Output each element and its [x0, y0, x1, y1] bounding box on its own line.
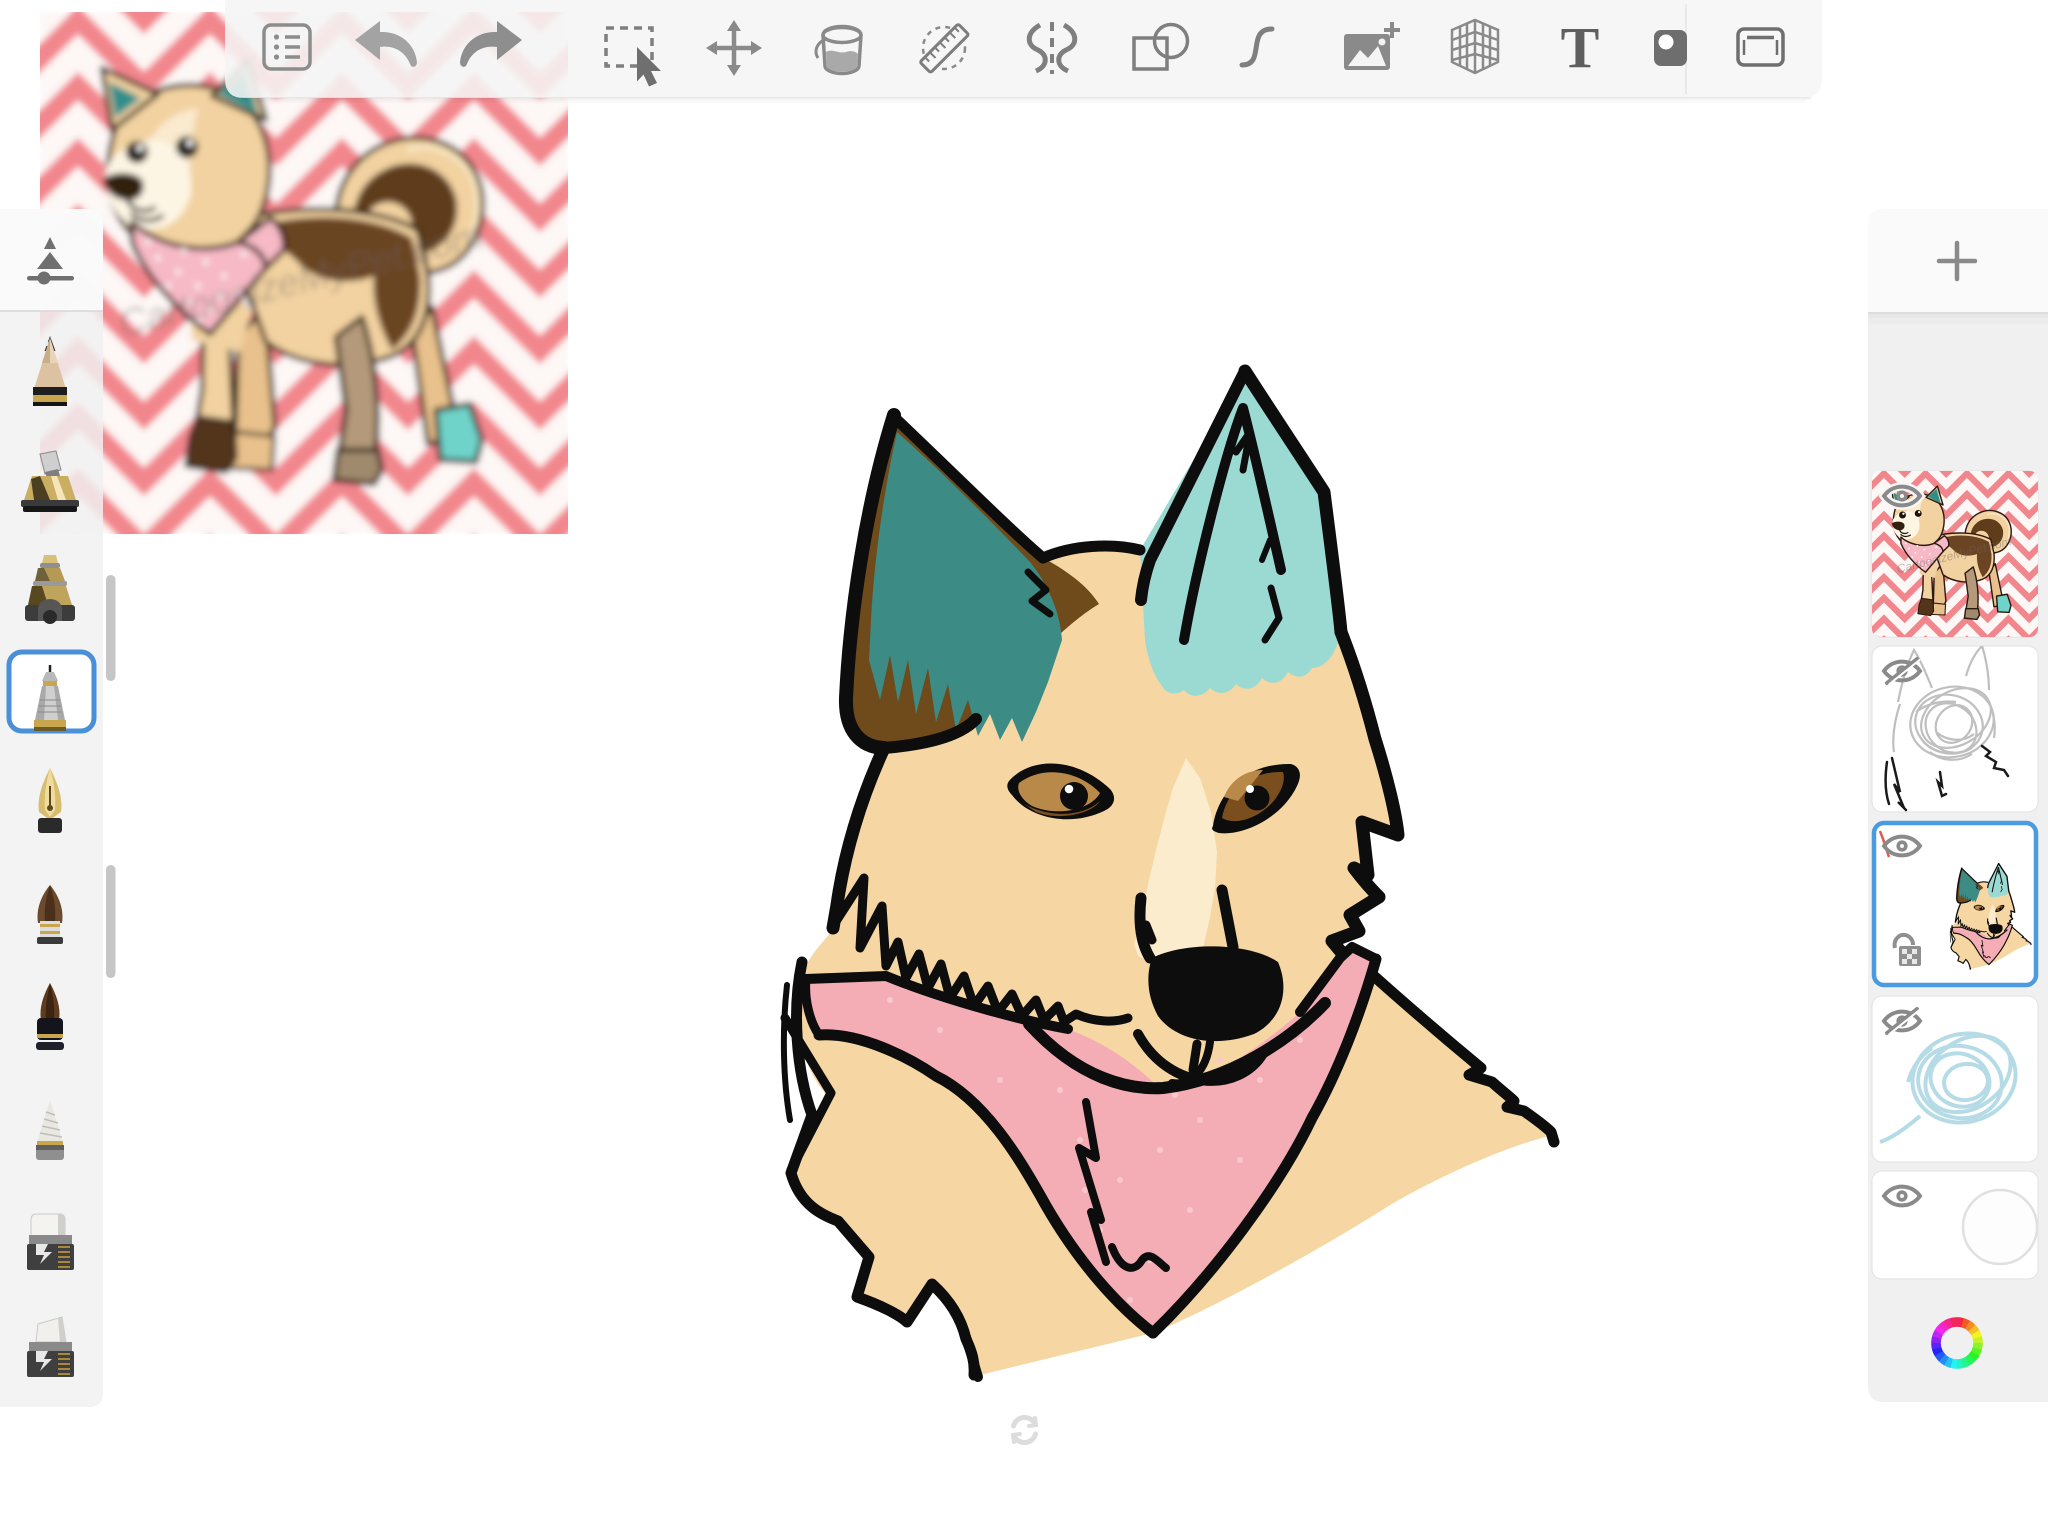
- svg-text:T: T: [1561, 15, 1600, 80]
